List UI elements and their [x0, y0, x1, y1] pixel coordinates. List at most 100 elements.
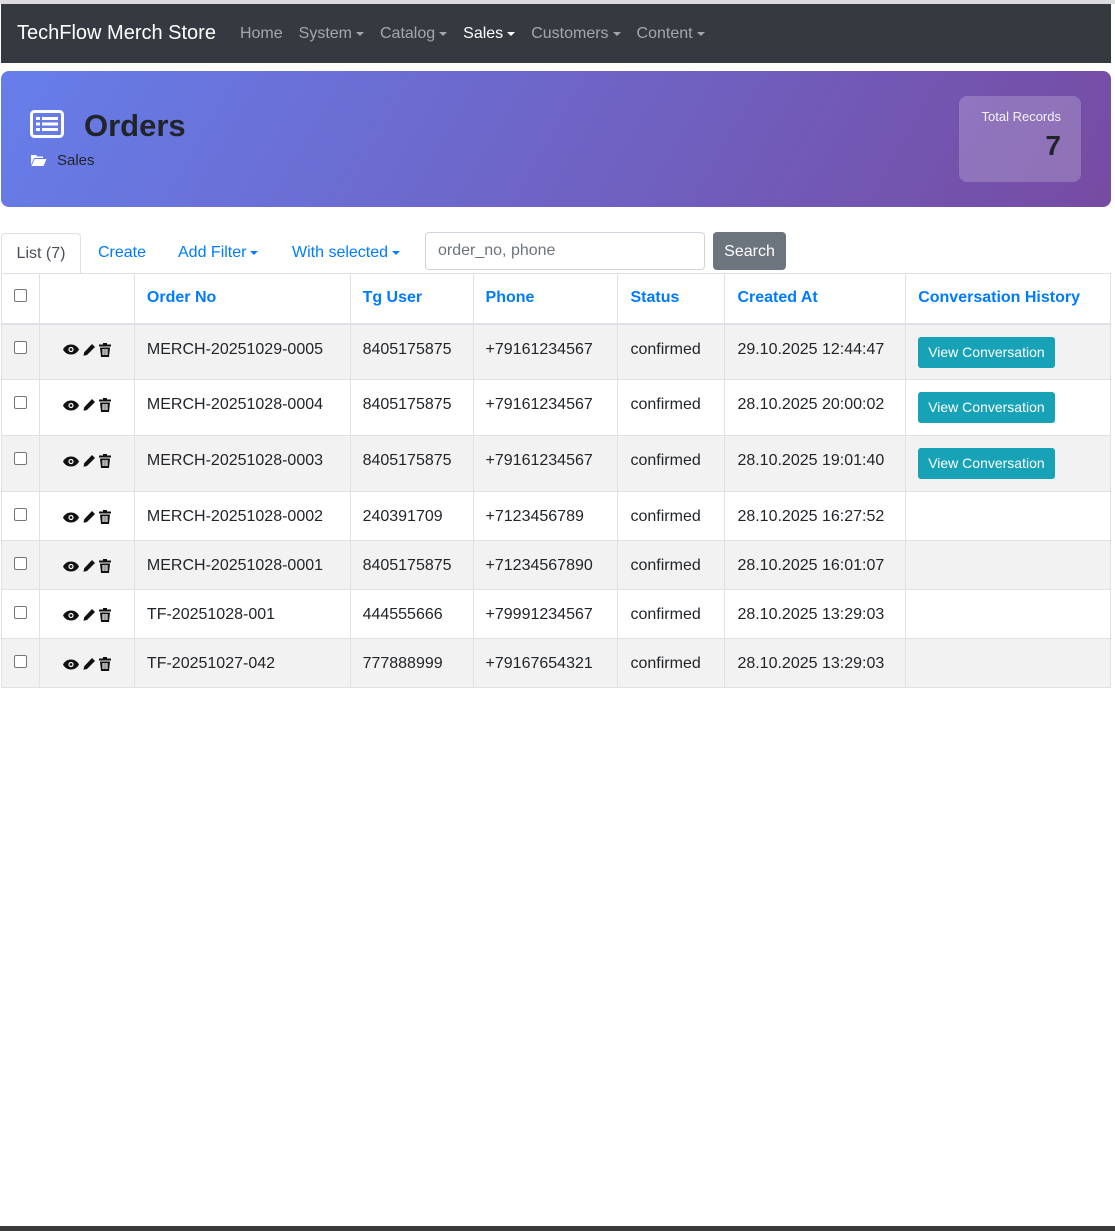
row-checkbox[interactable] — [14, 396, 27, 409]
cell-order-no: MERCH-20251028-0003 — [133, 435, 351, 492]
view-conversation-button[interactable]: View Conversation — [918, 448, 1055, 479]
row-select-cell — [1, 379, 40, 436]
cell-created-at: 28.10.2025 16:27:52 — [724, 491, 907, 541]
pencil-icon[interactable] — [82, 343, 96, 357]
caret-down-icon — [439, 31, 448, 36]
row-actions — [39, 323, 135, 380]
nav-sales[interactable]: Sales — [463, 24, 516, 43]
view-conversation-button[interactable]: View Conversation — [918, 336, 1055, 368]
eye-icon[interactable] — [62, 659, 79, 670]
window-bottom-border — [0, 1226, 1115, 1231]
cell-tg-user: 777888999 — [349, 638, 474, 688]
nav-home[interactable]: Home — [240, 25, 283, 43]
row-actions — [39, 540, 135, 590]
with-selected-dropdown[interactable]: With selected — [292, 233, 401, 273]
cell-tg-user: 8405175875 — [349, 435, 474, 492]
nav-system[interactable]: System — [299, 25, 364, 43]
table-row: MERCH-20251028-0001 8405175875 +7123456789… — [1, 540, 1111, 590]
pencil-icon[interactable] — [82, 398, 96, 412]
column-header-order-no[interactable]: Order No — [133, 273, 351, 325]
add-filter-dropdown[interactable]: Add Filter — [178, 233, 259, 273]
with-selected-label: With selected — [292, 244, 389, 261]
cell-conversation-history — [905, 638, 1111, 688]
pencil-icon[interactable] — [82, 559, 96, 573]
row-checkbox[interactable] — [14, 340, 27, 354]
cell-conversation-history — [905, 589, 1111, 639]
pencil-icon[interactable] — [82, 608, 96, 622]
trash-icon[interactable] — [98, 342, 111, 357]
cell-phone: +7123456789 — [472, 491, 619, 541]
list-toolbar: List (7) Create Add Filter With selected… — [1, 232, 1111, 274]
breadcrumb-sales[interactable]: Sales — [57, 152, 95, 169]
cell-order-no: MERCH-20251029-0005 — [133, 323, 351, 380]
nav-content[interactable]: Content — [637, 25, 705, 43]
pencil-icon[interactable] — [82, 510, 96, 524]
eye-icon[interactable] — [62, 344, 79, 355]
list-icon — [30, 110, 64, 143]
total-records-value: 7 — [1045, 130, 1061, 161]
trash-icon[interactable] — [98, 559, 111, 573]
eye-icon[interactable] — [62, 512, 79, 523]
search-input[interactable] — [425, 232, 705, 270]
pencil-icon[interactable] — [82, 454, 96, 468]
cell-conversation-history — [905, 491, 1111, 541]
table-row: TF-20251028-001 444555666 +79991234567 conf… — [1, 589, 1111, 639]
eye-icon[interactable] — [62, 456, 79, 467]
tab-create[interactable]: Create — [98, 233, 146, 273]
caret-down-icon — [507, 31, 516, 36]
cell-tg-user: 8405175875 — [349, 379, 474, 436]
table-row: TF-20251027-042 777888999 +79167654321 conf… — [1, 638, 1111, 688]
pencil-icon[interactable] — [82, 657, 96, 671]
row-checkbox[interactable] — [14, 508, 27, 521]
row-checkbox[interactable] — [14, 606, 27, 619]
column-header-status[interactable]: Status — [617, 273, 726, 325]
table-header-row: Order No Tg User Phone Status Created At… — [1, 273, 1111, 325]
cell-order-no: TF-20251028-001 — [133, 589, 351, 639]
cell-created-at: 28.10.2025 19:01:40 — [724, 435, 907, 492]
cell-status: confirmed — [617, 379, 726, 436]
cell-conversation-history: View Conversation — [905, 379, 1111, 436]
view-conversation-button[interactable]: View Conversation — [918, 392, 1055, 423]
select-all-checkbox[interactable] — [14, 289, 27, 303]
cell-phone: +79161234567 — [472, 435, 619, 492]
nav-system-label: System — [298, 24, 352, 42]
cell-conversation-history — [905, 540, 1111, 590]
orders-table: Order No Tg User Phone Status Created At… — [1, 273, 1111, 688]
cell-order-no: MERCH-20251028-0002 — [133, 491, 351, 541]
eye-icon[interactable] — [62, 400, 79, 411]
cell-order-no: TF-20251027-042 — [133, 638, 351, 688]
cell-order-no: MERCH-20251028-0004 — [133, 379, 351, 436]
eye-icon[interactable] — [62, 610, 79, 621]
select-all-cell — [1, 273, 40, 325]
search-button[interactable]: Search — [713, 232, 786, 270]
nav-catalog[interactable]: Catalog — [380, 25, 448, 43]
total-records-card: Total Records 7 — [959, 96, 1081, 182]
column-header-conversation-history[interactable]: Conversation History — [905, 273, 1111, 325]
tab-list[interactable]: List (7) — [1, 233, 81, 274]
nav-customers[interactable]: Customers — [531, 24, 621, 43]
row-checkbox[interactable] — [14, 557, 27, 570]
column-header-tg-user[interactable]: Tg User — [349, 273, 474, 325]
trash-icon[interactable] — [98, 454, 111, 468]
trash-icon[interactable] — [98, 510, 111, 524]
row-select-cell — [1, 435, 40, 492]
row-actions — [39, 491, 135, 541]
column-header-created-at[interactable]: Created At — [724, 273, 907, 325]
eye-icon[interactable] — [62, 561, 79, 572]
row-checkbox[interactable] — [14, 452, 27, 465]
trash-icon[interactable] — [98, 657, 111, 671]
nav-customers-label: Customers — [531, 24, 609, 42]
trash-icon[interactable] — [98, 398, 111, 412]
row-select-cell — [1, 540, 40, 590]
trash-icon[interactable] — [98, 608, 111, 622]
nav-sales-label: Sales — [463, 24, 504, 42]
table-row: MERCH-20251028-0004 8405175875 +7916123456… — [1, 379, 1111, 436]
breadcrumb: Sales — [30, 152, 95, 169]
column-header-phone[interactable]: Phone — [472, 273, 619, 325]
row-checkbox[interactable] — [14, 655, 27, 668]
cell-order-no: MERCH-20251028-0001 — [133, 540, 351, 590]
brand-link[interactable]: TechFlow Merch Store — [17, 22, 216, 45]
cell-phone: +79167654321 — [472, 638, 619, 688]
cell-created-at: 28.10.2025 20:00:02 — [724, 379, 907, 436]
row-actions — [39, 589, 135, 639]
